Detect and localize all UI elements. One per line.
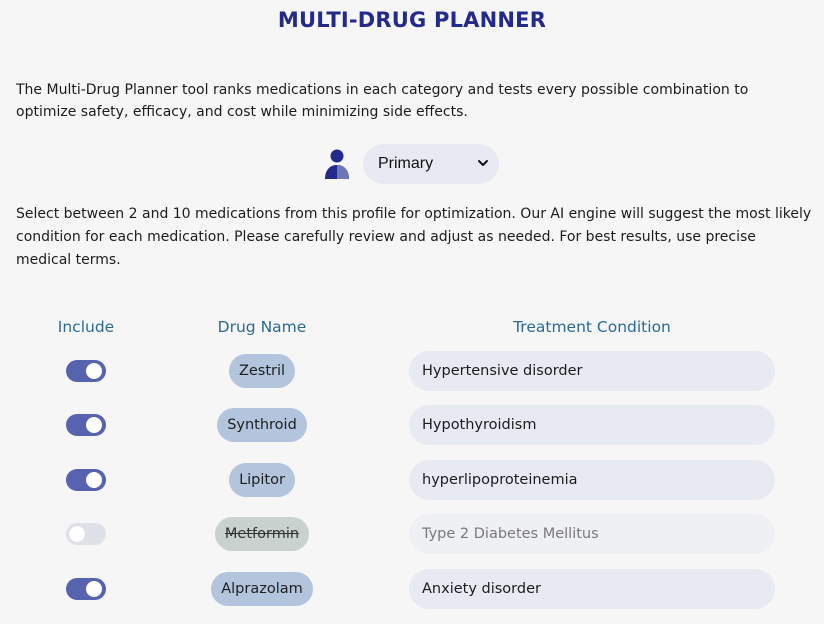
drug-cell: Synthroid	[170, 405, 354, 445]
table-row: Zestril Hypertensive disorder	[0, 351, 824, 391]
toggle-knob	[86, 363, 102, 379]
toggle-knob	[69, 526, 85, 542]
toggle-knob	[86, 581, 102, 597]
drug-cell: Alprazolam	[170, 569, 354, 609]
drug-cell: Metformin	[170, 514, 354, 554]
condition-input[interactable]: hyperlipoproteinemia	[409, 460, 775, 500]
page-title: MULTI-DRUG PLANNER	[277, 8, 547, 32]
toggle-knob	[86, 472, 102, 488]
condition-input-value: Type 2 Diabetes Mellitus	[422, 526, 599, 542]
condition-input-value: Hypothyroidism	[422, 417, 537, 433]
include-toggle[interactable]	[66, 523, 106, 545]
drug-name-pill: Lipitor	[229, 463, 295, 497]
intro-text: The Multi-Drug Planner tool ranks medica…	[16, 82, 749, 120]
include-toggle[interactable]	[66, 578, 106, 600]
include-toggle[interactable]	[66, 414, 106, 436]
person-icon	[325, 149, 349, 179]
profile-selector-row: Primary	[324, 144, 499, 184]
condition-input-value: Anxiety disorder	[422, 581, 541, 597]
drug-cell: Lipitor	[170, 460, 354, 500]
include-toggle[interactable]	[66, 469, 106, 491]
profile-select[interactable]: Primary	[363, 144, 499, 184]
toggle-knob	[86, 417, 102, 433]
chevron-down-icon	[478, 160, 488, 166]
column-header-include: Include	[57, 318, 115, 336]
drug-name-pill: Synthroid	[217, 408, 307, 442]
table-row: Synthroid Hypothyroidism	[0, 405, 824, 445]
column-header-drug-name: Drug Name	[217, 318, 307, 336]
condition-input[interactable]: Hypothyroidism	[409, 405, 775, 445]
condition-input[interactable]: Anxiety disorder	[409, 569, 775, 609]
condition-input[interactable]: Hypertensive disorder	[409, 351, 775, 391]
drug-name-pill: Zestril	[228, 354, 296, 388]
condition-input-value: hyperlipoproteinemia	[422, 472, 578, 488]
multi-drug-planner-page: MULTI-DRUG PLANNER The Multi-Drug Planne…	[0, 0, 824, 624]
instructions-text: Select between 2 and 10 medications from…	[16, 206, 812, 268]
drug-name-pill: Metformin	[214, 517, 310, 551]
table-row: Alprazolam Anxiety disorder	[0, 569, 824, 609]
profile-select-value: Primary	[378, 155, 434, 172]
table-row: Metformin Type 2 Diabetes Mellitus	[0, 514, 824, 554]
column-header-treatment-condition: Treatment Condition	[513, 318, 671, 336]
condition-input[interactable]: Type 2 Diabetes Mellitus	[409, 514, 775, 554]
drug-cell: Zestril	[170, 351, 354, 391]
drug-name-pill: Alprazolam	[211, 572, 313, 606]
include-toggle[interactable]	[66, 360, 106, 382]
condition-input-value: Hypertensive disorder	[422, 363, 583, 379]
table-row: Lipitor hyperlipoproteinemia	[0, 460, 824, 500]
